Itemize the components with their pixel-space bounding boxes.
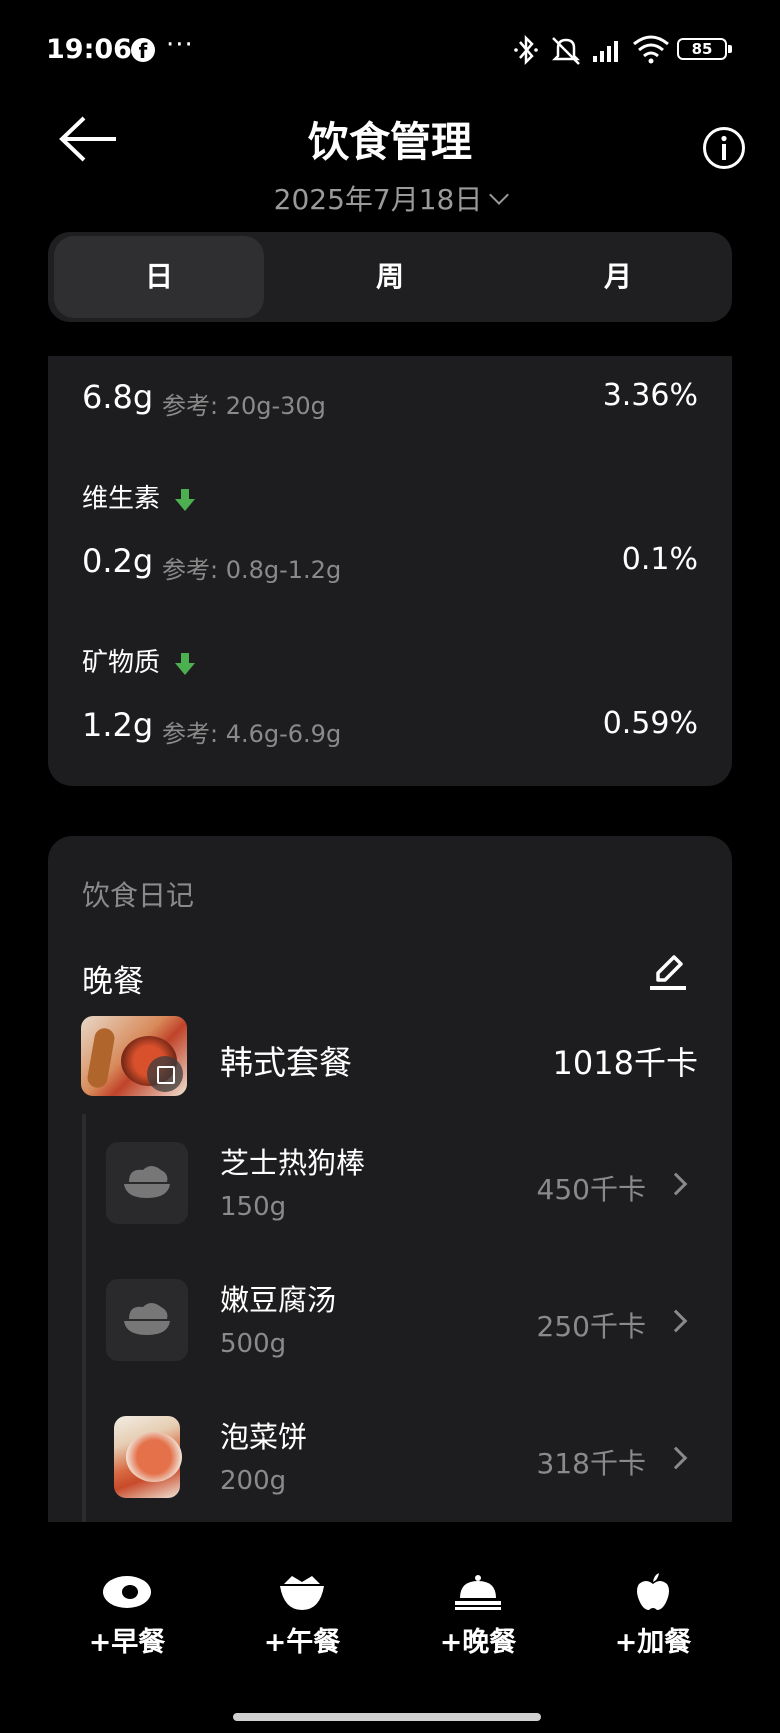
diary-title: 饮食日记 <box>82 879 195 912</box>
more-notifications-icon: ··· <box>166 30 194 60</box>
food-photo <box>114 1416 182 1498</box>
add-snack-label: +加餐 <box>614 1627 692 1658</box>
apple-icon <box>637 1573 669 1610</box>
food-placeholder-icon <box>106 1142 188 1224</box>
meal-set-name[interactable]: 韩式套餐 <box>220 1036 352 1084</box>
item-group-line <box>82 1114 86 1522</box>
vitamin-label: 维生素 <box>82 484 161 514</box>
info-icon[interactable] <box>702 126 746 170</box>
mineral-reference: 参考: 4.6g-6.9g <box>162 720 342 748</box>
add-breakfast-label: +早餐 <box>88 1627 166 1658</box>
bluetooth-icon <box>514 34 538 66</box>
tab-month[interactable]: 月 <box>522 232 714 322</box>
meal-label-dinner: 晚餐 <box>82 964 144 1000</box>
nutrient-reference: 参考: 20g-30g <box>162 392 326 420</box>
page-title: 饮食管理 <box>308 118 472 166</box>
mineral-label-row: 矿物质 <box>82 642 196 679</box>
chevron-right-icon <box>664 1446 688 1470</box>
arrow-down-icon <box>175 652 196 675</box>
food-item-calories: 250千卡 <box>536 1310 646 1343</box>
egg-icon <box>103 1576 151 1608</box>
tab-week[interactable]: 周 <box>294 232 486 322</box>
nutrients-card: 6.8g 参考: 20g-30g 3.36% 维生素 0.2g 参考: 0.8g… <box>48 356 732 786</box>
date-selector[interactable]: 2025年7月18日 <box>0 178 780 218</box>
nutrient-percent: 3.36% <box>602 378 698 413</box>
food-placeholder-icon <box>106 1279 188 1361</box>
food-item-weight: 150g <box>220 1192 287 1222</box>
food-item[interactable]: 嫩豆腐汤 500g 250千卡 <box>106 1279 706 1379</box>
mineral-amount: 1.2g <box>82 706 154 744</box>
facebook-icon: f <box>131 38 155 63</box>
wifi-icon <box>633 35 669 64</box>
mute-bell-icon <box>551 37 581 65</box>
add-dinner-label: +晚餐 <box>439 1627 517 1658</box>
tab-day[interactable]: 日 <box>54 236 264 318</box>
food-item-calories: 450千卡 <box>536 1173 646 1206</box>
food-item-name: 嫩豆腐汤 <box>220 1283 337 1317</box>
status-bar: 19:06 f ··· 85 <box>0 0 780 100</box>
food-item-name: 芝士热狗棒 <box>220 1146 366 1180</box>
chevron-down-icon <box>489 185 510 205</box>
edit-icon[interactable] <box>648 950 688 992</box>
vitamin-reference: 参考: 0.8g-1.2g <box>162 556 342 584</box>
mineral-label: 矿物质 <box>82 648 161 678</box>
food-item[interactable]: 芝士热狗棒 150g 450千卡 <box>106 1142 706 1242</box>
vitamin-amount: 0.2g <box>82 542 154 580</box>
nutrient-amount: 6.8g <box>82 378 154 416</box>
food-item-weight: 200g <box>220 1466 287 1496</box>
food-item-calories: 318千卡 <box>536 1447 646 1480</box>
mineral-row: 1.2g 参考: 4.6g-6.9g 0.59% <box>82 706 698 756</box>
food-item[interactable]: 泡菜饼 200g 318千卡 <box>106 1416 706 1516</box>
mineral-percent: 0.59% <box>602 706 698 741</box>
vitamin-label-row: 维生素 <box>82 478 196 515</box>
diet-diary-card: 饮食日记 晚餐 韩式套餐 1018千卡 芝士热狗棒 150g 450千卡 嫩豆腐… <box>48 836 732 1522</box>
expand-photo-icon[interactable] <box>147 1056 183 1092</box>
arrow-down-icon <box>175 488 196 511</box>
signal-icon <box>593 41 618 62</box>
food-item-weight: 500g <box>220 1329 287 1359</box>
chevron-right-icon <box>664 1172 688 1196</box>
period-tabs: 日 周 月 <box>48 232 732 322</box>
food-photo-detail <box>85 1026 117 1090</box>
bowl-icon <box>280 1576 324 1610</box>
add-dinner-button[interactable]: +晚餐 <box>398 1572 558 1672</box>
cloche-icon <box>455 1575 501 1610</box>
add-breakfast-button[interactable]: +早餐 <box>47 1572 207 1672</box>
status-time: 19:06 <box>46 34 132 65</box>
chevron-right-icon <box>664 1309 688 1333</box>
date-label: 2025年7月18日 <box>273 183 483 216</box>
add-lunch-button[interactable]: +午餐 <box>222 1572 382 1672</box>
add-snack-button[interactable]: +加餐 <box>573 1572 733 1672</box>
vitamin-percent: 0.1% <box>621 542 698 577</box>
nutrient-row: 6.8g 参考: 20g-30g 3.36% <box>82 378 698 428</box>
meal-set-calories: 1018千卡 <box>552 1044 698 1082</box>
home-indicator[interactable] <box>233 1713 541 1721</box>
battery-indicator: 85 <box>677 38 732 60</box>
vitamin-row: 0.2g 参考: 0.8g-1.2g 0.1% <box>82 542 698 592</box>
food-item-name: 泡菜饼 <box>220 1420 308 1454</box>
meal-set-photo[interactable] <box>81 1016 187 1096</box>
add-meal-bar: +早餐 +午餐 +晚餐 +加餐 <box>0 1540 780 1690</box>
add-lunch-label: +午餐 <box>263 1627 341 1658</box>
